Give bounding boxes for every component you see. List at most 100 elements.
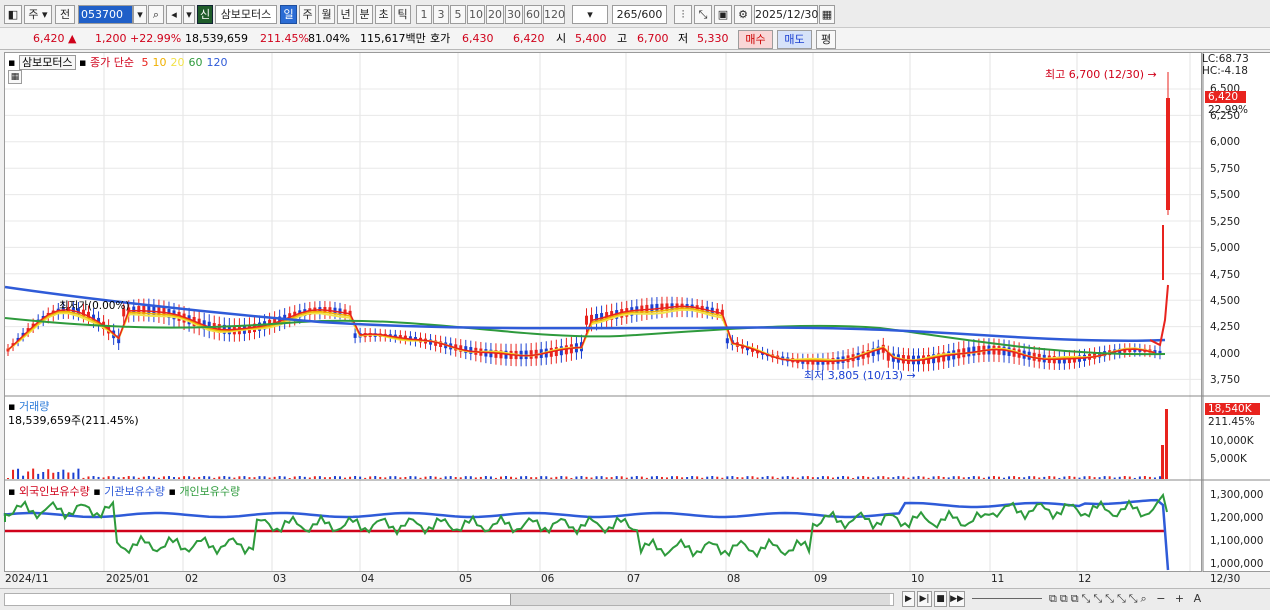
ma-period-label[interactable]: 20 — [171, 56, 185, 69]
inst-label[interactable]: 기관보유수량 — [104, 485, 165, 498]
volume-bar — [384, 477, 387, 479]
candle-body — [1166, 98, 1170, 210]
low-annotation: 최저 3,805 (10/13) → — [804, 369, 916, 382]
volume-bar — [741, 477, 744, 479]
volume-bar — [821, 476, 824, 479]
scroll-bar[interactable]: ▶ ▶| ■ ▶▶ ⧉⧉⧉⤡⤡⤡⤡⤡⌕ − + A — [0, 588, 1270, 610]
volume-bar — [399, 477, 402, 479]
volume-bar — [862, 476, 865, 479]
volume-value-text: 18,539,659주(211.45%) — [8, 414, 139, 427]
volume-bar — [32, 468, 35, 479]
volume-bar — [575, 476, 578, 479]
volume-bar — [439, 477, 442, 479]
ma-period-label[interactable]: 120 — [207, 56, 228, 69]
x-axis-label: 12/30 — [1210, 573, 1241, 585]
volume-bar — [610, 477, 613, 479]
volume-bar — [147, 476, 150, 479]
volume-bar — [464, 476, 467, 479]
volume-bar — [1148, 476, 1151, 479]
volume-bar — [419, 477, 422, 479]
step-forward-icon[interactable]: ▶| — [917, 591, 932, 607]
price-ytick: 4,500 — [1210, 295, 1241, 307]
volume-bar — [585, 476, 588, 479]
volume-bar — [1153, 477, 1156, 479]
volume-bar — [681, 477, 684, 479]
volume-bar — [102, 477, 105, 479]
zoom-slider[interactable] — [972, 598, 1042, 599]
volume-bar — [515, 477, 518, 479]
volume-bar — [967, 477, 970, 479]
volume-bar — [132, 476, 135, 479]
price-ytick: 5,500 — [1210, 189, 1241, 201]
ma-period-label[interactable]: 10 — [153, 56, 167, 69]
holdings-ytick: 1,100,000 — [1210, 535, 1264, 547]
ma-period-label[interactable]: 5 — [142, 56, 149, 69]
volume-bar — [711, 476, 714, 479]
volume-bar — [82, 477, 85, 479]
volume-bar — [555, 476, 558, 479]
x-axis-label: 08 — [727, 573, 741, 585]
volume-bar — [233, 477, 236, 479]
x-axis-label: 04 — [361, 573, 375, 585]
foreign-label[interactable]: 외국인보유수량 — [19, 485, 90, 498]
volume-bar — [736, 477, 739, 479]
volume-bar — [640, 476, 643, 479]
volume-bar — [1038, 477, 1041, 479]
volume-bar — [525, 476, 528, 479]
scroll-track[interactable] — [4, 593, 894, 606]
volume-bar — [917, 476, 920, 479]
volume-bar — [676, 476, 679, 479]
volume-bar — [188, 476, 191, 479]
volume-bar — [1043, 476, 1046, 479]
volume-bar — [721, 477, 724, 479]
volume-ytick: 5,000K — [1210, 453, 1247, 465]
volume-bar — [354, 476, 357, 479]
volume-bar — [37, 473, 40, 479]
volume-bar — [867, 476, 870, 479]
volume-bar — [605, 477, 608, 479]
play-icon[interactable]: ▶ — [902, 591, 915, 607]
volume-bar — [178, 477, 181, 479]
volume-bar — [57, 471, 60, 479]
volume-bar — [137, 477, 140, 479]
volume-bar — [298, 476, 301, 479]
institution-holdings-line — [3, 498, 1170, 571]
volume-bar — [746, 476, 749, 479]
volume-bar — [92, 476, 95, 479]
grid-toggle-icon[interactable]: ▦ — [8, 70, 22, 84]
volume-bar — [218, 476, 221, 479]
volume-bar — [394, 476, 397, 479]
volume-bar — [87, 476, 90, 479]
volume-bar — [308, 477, 311, 479]
volume-bar — [781, 476, 784, 479]
volume-bar — [67, 472, 70, 479]
scroll-thumb[interactable] — [510, 594, 890, 605]
volume-bar — [706, 476, 709, 479]
volume-bar — [1063, 476, 1066, 479]
volume-bar — [977, 476, 980, 479]
ma-period-label[interactable]: 60 — [189, 56, 203, 69]
volume-bar — [283, 476, 286, 479]
price-ytick: 4,000 — [1210, 348, 1241, 360]
indiv-label[interactable]: 개인보유수량 — [179, 485, 240, 498]
volume-bar — [645, 477, 648, 479]
price-ytick: 4,750 — [1210, 269, 1241, 281]
candle-body — [353, 333, 357, 338]
volume-bar — [379, 476, 382, 479]
bottom-tool-icons[interactable]: ⧉⧉⧉⤡⤡⤡⤡⤡⌕ − + A — [1049, 592, 1204, 606]
individual-holdings-line — [4, 492, 1168, 559]
fast-forward-icon[interactable]: ▶▶ — [949, 591, 965, 607]
volume-bar — [831, 477, 834, 479]
stock-tag[interactable]: 삼보모터스 — [18, 55, 76, 70]
x-axis-label: 07 — [627, 573, 641, 585]
volume-bar — [62, 469, 65, 479]
stop-icon[interactable]: ■ — [934, 591, 947, 607]
price-ytick: 5,750 — [1210, 163, 1241, 175]
volume-bar — [842, 476, 845, 479]
volume-bar — [263, 476, 266, 479]
volume-bar — [595, 476, 598, 479]
volume-bar — [203, 476, 206, 479]
hc-value: HC:-4.18 — [1202, 65, 1248, 77]
volume-bar — [922, 476, 925, 479]
volume-bar — [1118, 476, 1121, 479]
